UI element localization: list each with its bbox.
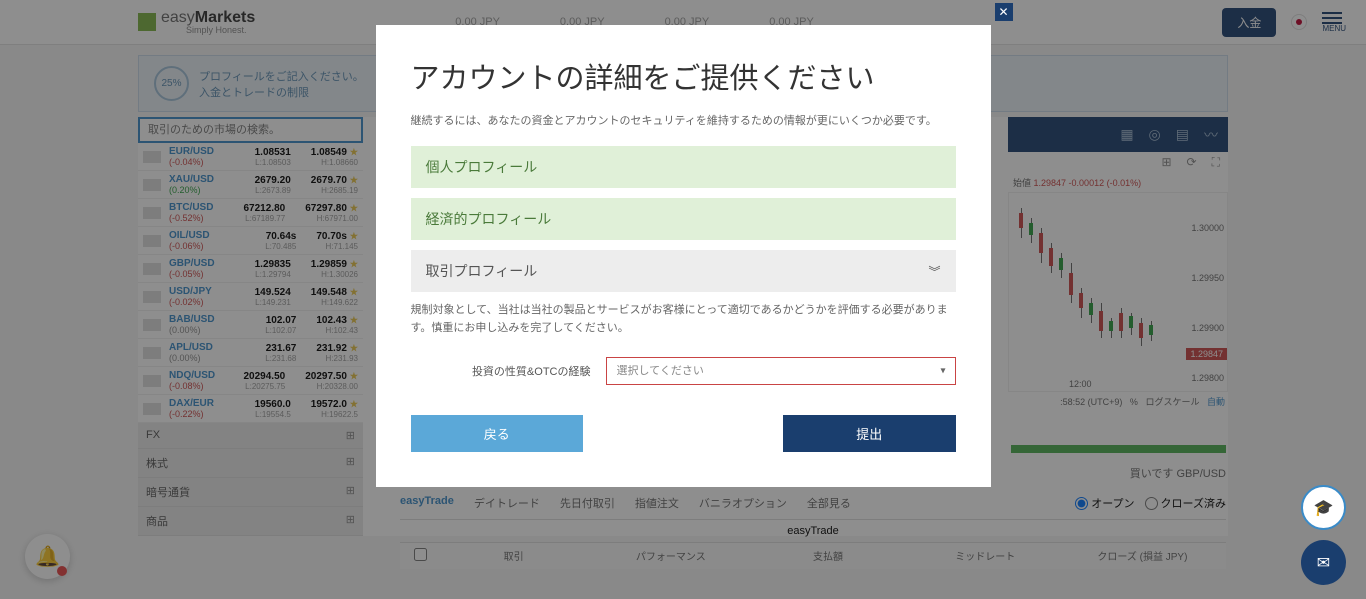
section-trading-profile[interactable]: 取引プロフィール︾	[411, 250, 956, 292]
modal-description: 継続するには、あなたの資金とアカウントのセキュリティを維持するための情報が更にい…	[411, 112, 956, 128]
chevron-down-icon: ︾	[928, 263, 940, 280]
chat-icon: ✉	[1317, 553, 1330, 573]
modal-title: アカウントの詳細をご提供ください	[411, 55, 956, 97]
graduation-icon: 🎓	[1314, 498, 1334, 518]
section-note: 規制対象として、当社は当社の製品とサービスがお客様にとって適切であるかどうかを評…	[411, 302, 956, 337]
modal-close-button[interactable]: ✕	[995, 3, 1013, 21]
investment-experience-select[interactable]: 選択してください	[606, 357, 956, 385]
account-details-modal: ✕ アカウントの詳細をご提供ください 継続するには、あなたの資金とアカウントのセ…	[376, 25, 991, 487]
section-personal-profile[interactable]: 個人プロフィール	[411, 146, 956, 188]
section-economic-profile[interactable]: 経済的プロフィール	[411, 198, 956, 240]
chat-button[interactable]: ✉	[1301, 540, 1346, 585]
back-button[interactable]: 戻る	[411, 415, 584, 452]
modal-overlay: ✕ アカウントの詳細をご提供ください 継続するには、あなたの資金とアカウントのセ…	[0, 0, 1366, 599]
submit-button[interactable]: 提出	[783, 415, 956, 452]
investment-experience-label: 投資の性質&OTCの経験	[411, 363, 591, 379]
education-button[interactable]: 🎓	[1301, 485, 1346, 530]
